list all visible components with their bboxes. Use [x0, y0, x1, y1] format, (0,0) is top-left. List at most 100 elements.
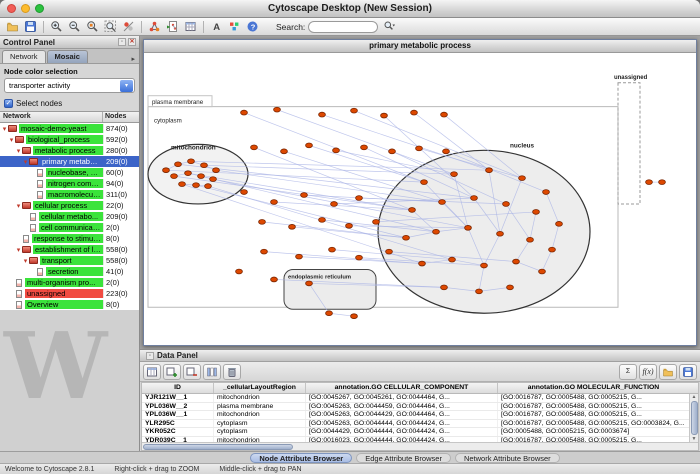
column-header[interactable]: _cellularLayoutRegion: [214, 383, 306, 393]
vizmapper-icon[interactable]: [226, 19, 243, 35]
tree-item[interactable]: ▾transport558(0): [0, 255, 139, 266]
network-node[interactable]: [419, 261, 426, 266]
network-node[interactable]: [519, 176, 526, 181]
network-node[interactable]: [193, 183, 200, 188]
table-row[interactable]: YKR052Ccytoplasm[GO:0044429, GO:0044444,…: [142, 428, 689, 437]
network-node[interactable]: [497, 231, 504, 236]
network-node[interactable]: [351, 108, 358, 113]
network-node[interactable]: [210, 177, 217, 182]
export-attributes-icon[interactable]: [679, 364, 697, 380]
color-attribute-select[interactable]: transporter activity ▾: [4, 78, 135, 93]
tab-node-attribute-browser[interactable]: Node Attribute Browser: [250, 453, 352, 463]
float-panel-icon[interactable]: ▫: [118, 38, 126, 46]
tree-item[interactable]: ▾establishment of lo...558(0): [0, 244, 139, 255]
network-node[interactable]: [179, 182, 186, 187]
tree-column-nodes[interactable]: Nodes: [103, 112, 139, 122]
tree-item[interactable]: nucleobase, nucleo...60(0): [0, 167, 139, 178]
network-node[interactable]: [549, 247, 556, 252]
network-node[interactable]: [416, 146, 423, 151]
network-node[interactable]: [533, 210, 540, 215]
select-attributes-icon[interactable]: [143, 364, 161, 380]
scroll-up-icon[interactable]: ▲: [692, 394, 697, 400]
network-node[interactable]: [403, 235, 410, 240]
network-node[interactable]: [188, 159, 195, 164]
table-vertical-scrollbar[interactable]: ▲ ▼: [689, 394, 698, 442]
sum-icon[interactable]: Σ: [619, 364, 637, 380]
network-node[interactable]: [241, 190, 248, 195]
table-row[interactable]: YPL036W__1mitochondrion[GO:0045263, GO:0…: [142, 411, 689, 420]
network-node[interactable]: [346, 223, 353, 228]
tree-item[interactable]: ▾primary metabolic proc209(0): [0, 156, 139, 167]
network-node[interactable]: [451, 172, 458, 177]
function-builder-icon[interactable]: f(x): [639, 364, 657, 380]
network-node[interactable]: [319, 112, 326, 117]
network-node[interactable]: [389, 149, 396, 154]
tree-item[interactable]: Overview8(0): [0, 299, 139, 310]
zoom-window-icon[interactable]: [35, 4, 44, 13]
table-horizontal-scrollbar[interactable]: [142, 442, 698, 450]
scrollbar-thumb[interactable]: [691, 401, 698, 435]
delete-attribute-icon[interactable]: [183, 364, 201, 380]
expand-toggle-icon[interactable]: ▾: [15, 202, 22, 210]
search-input[interactable]: [308, 21, 378, 33]
tab-scroll-right-icon[interactable]: ▸: [129, 55, 137, 63]
network-node[interactable]: [411, 110, 418, 115]
network-node[interactable]: [296, 254, 303, 259]
tree-item[interactable]: nitrogen compou...94(0): [0, 178, 139, 189]
network-edge[interactable]: [196, 185, 406, 238]
network-node[interactable]: [527, 237, 534, 242]
tree-item[interactable]: ▾cellular process22(0): [0, 200, 139, 211]
import-attributes-folder-icon[interactable]: [659, 364, 677, 380]
network-node[interactable]: [503, 202, 510, 207]
float-data-panel-icon[interactable]: ▫: [146, 352, 154, 360]
window-titlebar[interactable]: Cytoscape Desktop (New Session): [0, 0, 700, 18]
network-node[interactable]: [443, 149, 450, 154]
network-node[interactable]: [486, 168, 493, 173]
tab-mosaic[interactable]: Mosaic: [47, 50, 88, 63]
network-node[interactable]: [251, 145, 258, 150]
annotation-icon[interactable]: A: [208, 19, 225, 35]
network-node[interactable]: [439, 200, 446, 205]
expand-toggle-icon[interactable]: ▾: [1, 125, 8, 133]
expand-toggle-icon[interactable]: ▾: [22, 158, 29, 166]
network-node[interactable]: [171, 174, 178, 179]
network-node[interactable]: [513, 259, 520, 264]
network-canvas[interactable]: plasma membranecytoplasmmitochondrionnuc…: [144, 53, 696, 345]
network-node[interactable]: [646, 180, 653, 185]
network-node[interactable]: [205, 184, 212, 189]
network-node[interactable]: [261, 249, 268, 254]
open-session-icon[interactable]: [4, 19, 21, 35]
network-node[interactable]: [539, 269, 546, 274]
tree-item[interactable]: macromolecule...311(0): [0, 189, 139, 200]
expand-toggle-icon[interactable]: ▾: [22, 257, 29, 265]
network-node[interactable]: [441, 112, 448, 117]
network-node[interactable]: [476, 289, 483, 294]
tree-item[interactable]: multi-organism pro...2(0): [0, 277, 139, 288]
network-node[interactable]: [289, 224, 296, 229]
network-edge[interactable]: [309, 145, 424, 182]
network-edge[interactable]: [322, 115, 489, 171]
import-network-icon[interactable]: [164, 19, 181, 35]
network-node[interactable]: [356, 196, 363, 201]
tree-item[interactable]: ▾metabolic process280(0): [0, 145, 139, 156]
tab-network[interactable]: Network: [2, 50, 46, 63]
network-node[interactable]: [421, 180, 428, 185]
network-node[interactable]: [373, 219, 380, 224]
select-nodes-checkbox[interactable]: ✓: [4, 99, 13, 108]
tree-column-network[interactable]: Network: [0, 112, 103, 122]
tree-item[interactable]: response to stimul...8(0): [0, 233, 139, 244]
new-attribute-icon[interactable]: [163, 364, 181, 380]
network-node[interactable]: [326, 311, 333, 316]
network-node[interactable]: [241, 110, 248, 115]
network-node[interactable]: [356, 255, 363, 260]
network-node[interactable]: [306, 143, 313, 148]
column-header[interactable]: ID: [142, 383, 214, 393]
close-panel-icon[interactable]: ✕: [128, 38, 136, 46]
network-node[interactable]: [441, 285, 448, 290]
network-node[interactable]: [465, 225, 472, 230]
network-node[interactable]: [213, 168, 220, 173]
network-node[interactable]: [351, 314, 358, 319]
network-node[interactable]: [409, 208, 416, 213]
network-node[interactable]: [306, 281, 313, 286]
network-node[interactable]: [185, 171, 192, 176]
